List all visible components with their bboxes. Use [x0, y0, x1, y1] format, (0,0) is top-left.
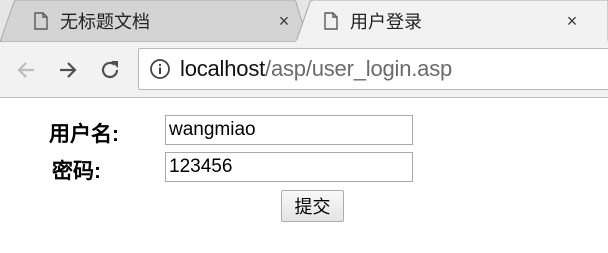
url-host: localhost — [180, 56, 266, 81]
close-icon[interactable]: × — [274, 11, 294, 31]
tab-user-login[interactable]: 用户登录 × — [296, 0, 608, 42]
username-input[interactable] — [165, 115, 413, 145]
reload-icon — [101, 61, 119, 79]
address-bar[interactable]: localhost/asp/user_login.asp — [138, 48, 608, 90]
tab-title: 用户登录 — [350, 12, 422, 32]
password-label: 密码: — [52, 160, 101, 183]
document-icon — [34, 12, 48, 30]
reload-button[interactable] — [96, 56, 124, 84]
url-path: /asp/user_login.asp — [265, 56, 453, 81]
password-input[interactable] — [165, 152, 413, 182]
toolbar: localhost/asp/user_login.asp — [0, 42, 608, 98]
url-text[interactable]: localhost/asp/user_login.asp — [180, 56, 452, 82]
page-content: 用户名: 密码: 提交 — [0, 98, 608, 253]
browser-window: 无标题文档 × 用户登录 × localhost/asp/user_login.… — [0, 0, 608, 253]
tab-untitled-document[interactable]: 无标题文档 × — [0, 0, 310, 42]
username-label: 用户名: — [49, 123, 119, 146]
info-icon[interactable] — [149, 58, 171, 80]
forward-button[interactable] — [54, 56, 82, 84]
tab-title: 无标题文档 — [60, 12, 150, 32]
document-icon — [324, 12, 338, 30]
tab-strip: 无标题文档 × 用户登录 × — [0, 0, 608, 42]
close-icon[interactable]: × — [562, 11, 582, 31]
back-button[interactable] — [12, 56, 40, 84]
back-arrow-icon — [17, 62, 34, 78]
forward-arrow-icon — [60, 62, 77, 78]
submit-button[interactable]: 提交 — [281, 190, 344, 222]
